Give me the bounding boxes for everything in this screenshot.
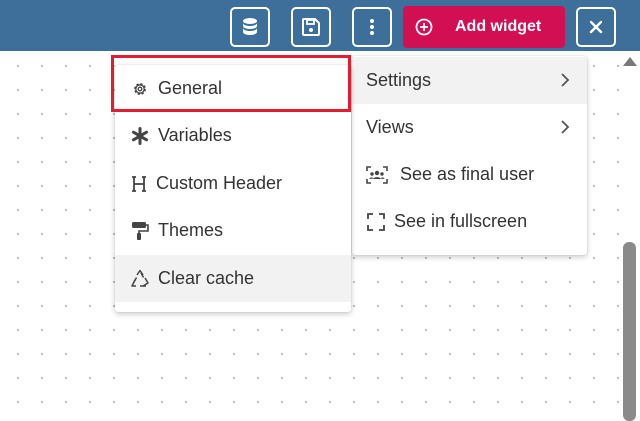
menu-item-custom-header[interactable]: Custom Header: [115, 160, 351, 207]
save-button[interactable]: [291, 7, 331, 47]
menu-item-clear-cache[interactable]: Clear cache: [115, 255, 351, 302]
heading-icon: [129, 174, 149, 194]
menu-item-variables[interactable]: Variables: [115, 112, 351, 159]
plus-circle-icon: [415, 18, 433, 36]
close-button[interactable]: [576, 7, 616, 47]
menu-item-label: Clear cache: [158, 268, 255, 288]
menu-item-label: Views: [366, 117, 414, 137]
dashboard-options-menu: Settings Views See as final user See in …: [352, 56, 587, 255]
menu-item-settings[interactable]: Settings: [352, 57, 587, 104]
menu-item-label: Custom Header: [156, 173, 283, 193]
asterisk-icon: [130, 126, 150, 146]
save-icon: [302, 18, 320, 36]
more-options-button[interactable]: [352, 7, 392, 47]
menu-item-label: See in fullscreen: [394, 211, 528, 231]
menu-item-themes[interactable]: Themes: [115, 207, 351, 254]
menu-item-see-as-final-user[interactable]: See as final user: [352, 151, 587, 198]
close-icon: [589, 20, 603, 34]
database-icon: [243, 18, 257, 35]
vertical-dots-icon: [370, 19, 374, 35]
highlight-annotation: [111, 55, 351, 112]
add-widget-button[interactable]: Add widget: [403, 6, 565, 48]
add-widget-label: Add widget: [455, 18, 542, 35]
menu-item-label: Themes: [158, 220, 224, 240]
menu-item-label: Variables: [158, 125, 232, 145]
top-toolbar: Add widget: [0, 0, 640, 51]
database-button[interactable]: [230, 7, 270, 47]
paint-roller-icon: [130, 221, 150, 241]
recycle-icon: [130, 269, 150, 289]
scroll-up-arrow-icon[interactable]: [623, 57, 637, 66]
users-icon: [366, 165, 388, 185]
menu-item-label: See as final user: [400, 164, 535, 184]
chevron-right-icon: [561, 120, 570, 134]
menu-item-label: Settings: [366, 70, 432, 90]
scrollbar-thumb[interactable]: [623, 242, 636, 421]
menu-item-views[interactable]: Views: [352, 104, 587, 151]
chevron-right-icon: [561, 73, 570, 87]
expand-icon: [366, 212, 386, 232]
menu-item-see-in-fullscreen[interactable]: See in fullscreen: [352, 198, 587, 245]
